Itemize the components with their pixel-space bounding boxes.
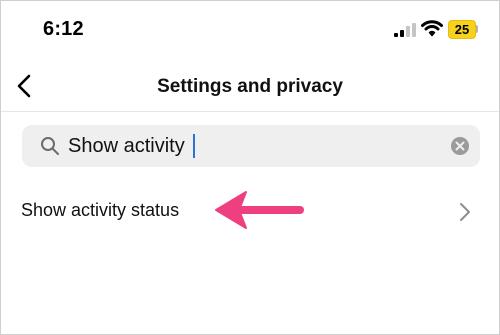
search-bar[interactable]: Show activity xyxy=(22,125,480,167)
nav-header: Settings and privacy xyxy=(1,61,499,112)
wifi-icon xyxy=(421,20,443,37)
search-input-value: Show activity xyxy=(68,134,185,157)
page-title: Settings and privacy xyxy=(157,76,343,97)
search-input[interactable]: Show activity xyxy=(68,133,195,159)
battery-cap xyxy=(476,25,478,33)
cellular-signal-icon xyxy=(394,23,416,37)
battery-icon: 25 xyxy=(448,20,478,39)
chevron-right-icon xyxy=(460,203,470,221)
battery-level: 25 xyxy=(448,20,476,39)
text-caret xyxy=(192,134,195,158)
status-time: 6:12 xyxy=(43,18,84,40)
clear-circle-icon[interactable] xyxy=(450,136,470,156)
search-icon xyxy=(41,137,59,155)
status-bar: 6:12 25 xyxy=(1,1,499,61)
list-item-label: Show activity status xyxy=(21,200,180,220)
annotation-arrow-icon xyxy=(215,191,304,229)
